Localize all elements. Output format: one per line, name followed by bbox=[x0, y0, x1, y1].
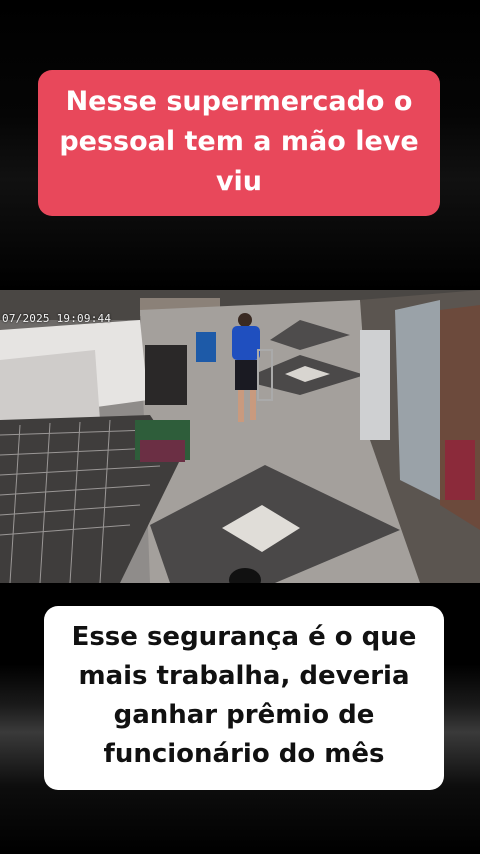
bottom-caption: Esse segurança é o que mais trabalha, de… bbox=[44, 606, 444, 790]
video-timestamp: 07/2025 19:09:44 bbox=[2, 312, 112, 325]
shop-shelf bbox=[445, 440, 475, 500]
blue-bin bbox=[196, 332, 216, 362]
top-caption: Nesse supermercado o pessoal tem a mão l… bbox=[38, 70, 440, 216]
pillar bbox=[360, 330, 390, 440]
cctv-scene bbox=[0, 290, 480, 583]
glass-window bbox=[395, 300, 440, 500]
red-basket bbox=[140, 440, 185, 462]
top-caption-text: Nesse supermercado o pessoal tem a mão l… bbox=[59, 86, 419, 197]
display-stand bbox=[145, 345, 187, 405]
bottom-caption-text: Esse segurança é o que mais trabalha, de… bbox=[71, 622, 417, 769]
cctv-video-frame[interactable]: 07/2025 19:09:44 bbox=[0, 290, 480, 583]
